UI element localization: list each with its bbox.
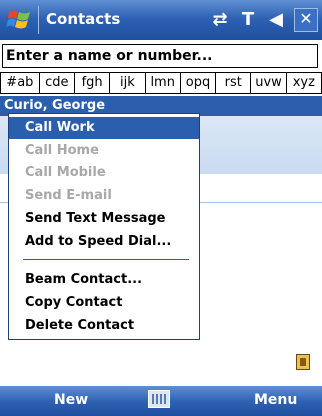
menu-softkey[interactable]: Menu: [254, 392, 297, 408]
menu-item-add-to-speed-dial[interactable]: Add to Speed Dial...: [9, 231, 199, 253]
close-button[interactable]: ✕: [294, 8, 318, 32]
keyboard-icon[interactable]: [148, 390, 170, 408]
alpha-tab-ijk[interactable]: ijk: [110, 72, 146, 94]
menu-item-send-text-message[interactable]: Send Text Message: [9, 208, 199, 230]
keyboard-keys: [152, 394, 166, 404]
title-separator: [38, 6, 39, 34]
menu-item-copy-contact[interactable]: Copy Contact: [9, 292, 199, 314]
new-softkey[interactable]: New: [54, 392, 88, 408]
alpha-tab-fgh[interactable]: fgh: [75, 72, 111, 94]
alpha-tab-xyz[interactable]: xyz: [286, 72, 322, 94]
contact-card-icon: [296, 354, 310, 370]
windows-logo-icon[interactable]: [6, 6, 34, 34]
menu-item-delete-contact[interactable]: Delete Contact: [9, 315, 199, 337]
app-title: Contacts: [46, 10, 121, 28]
alpha-tab-lmn[interactable]: lmn: [145, 72, 181, 94]
volume-icon[interactable]: ◀: [264, 8, 288, 32]
menu-item-call-home: Call Home: [25, 143, 99, 158]
alpha-tab-rst[interactable]: rst: [216, 72, 252, 94]
title-bar: Contacts ⇄ 𝗧 ◀ ✕: [0, 0, 322, 40]
search-input[interactable]: Enter a name or number...: [2, 44, 318, 68]
alphabet-tabs: #ab cde fgh ijk lmn opq rst uvw xyz: [0, 72, 322, 94]
menu-item-send-email: Send E-mail: [25, 188, 112, 203]
alpha-tab-uvw[interactable]: uvw: [251, 72, 287, 94]
alpha-tab-opq[interactable]: opq: [180, 72, 217, 94]
alpha-tab-cde[interactable]: cde: [39, 72, 75, 94]
connectivity-icon[interactable]: ⇄: [208, 8, 232, 32]
menu-separator: [23, 259, 189, 260]
menu-item-call-work[interactable]: Call Work: [9, 117, 199, 139]
menu-item-beam-contact[interactable]: Beam Contact...: [9, 269, 199, 291]
alpha-tab-ab[interactable]: #ab: [0, 72, 40, 94]
signal-icon[interactable]: 𝗧: [236, 8, 260, 32]
softkey-bar: New Menu: [0, 386, 322, 416]
context-menu: Call Work Call Home Call Mobile Send E-m…: [8, 113, 200, 340]
contact-name: Curio, George: [4, 98, 106, 113]
close-icon: ✕: [299, 9, 313, 28]
menu-item-call-mobile: Call Mobile: [25, 165, 106, 180]
